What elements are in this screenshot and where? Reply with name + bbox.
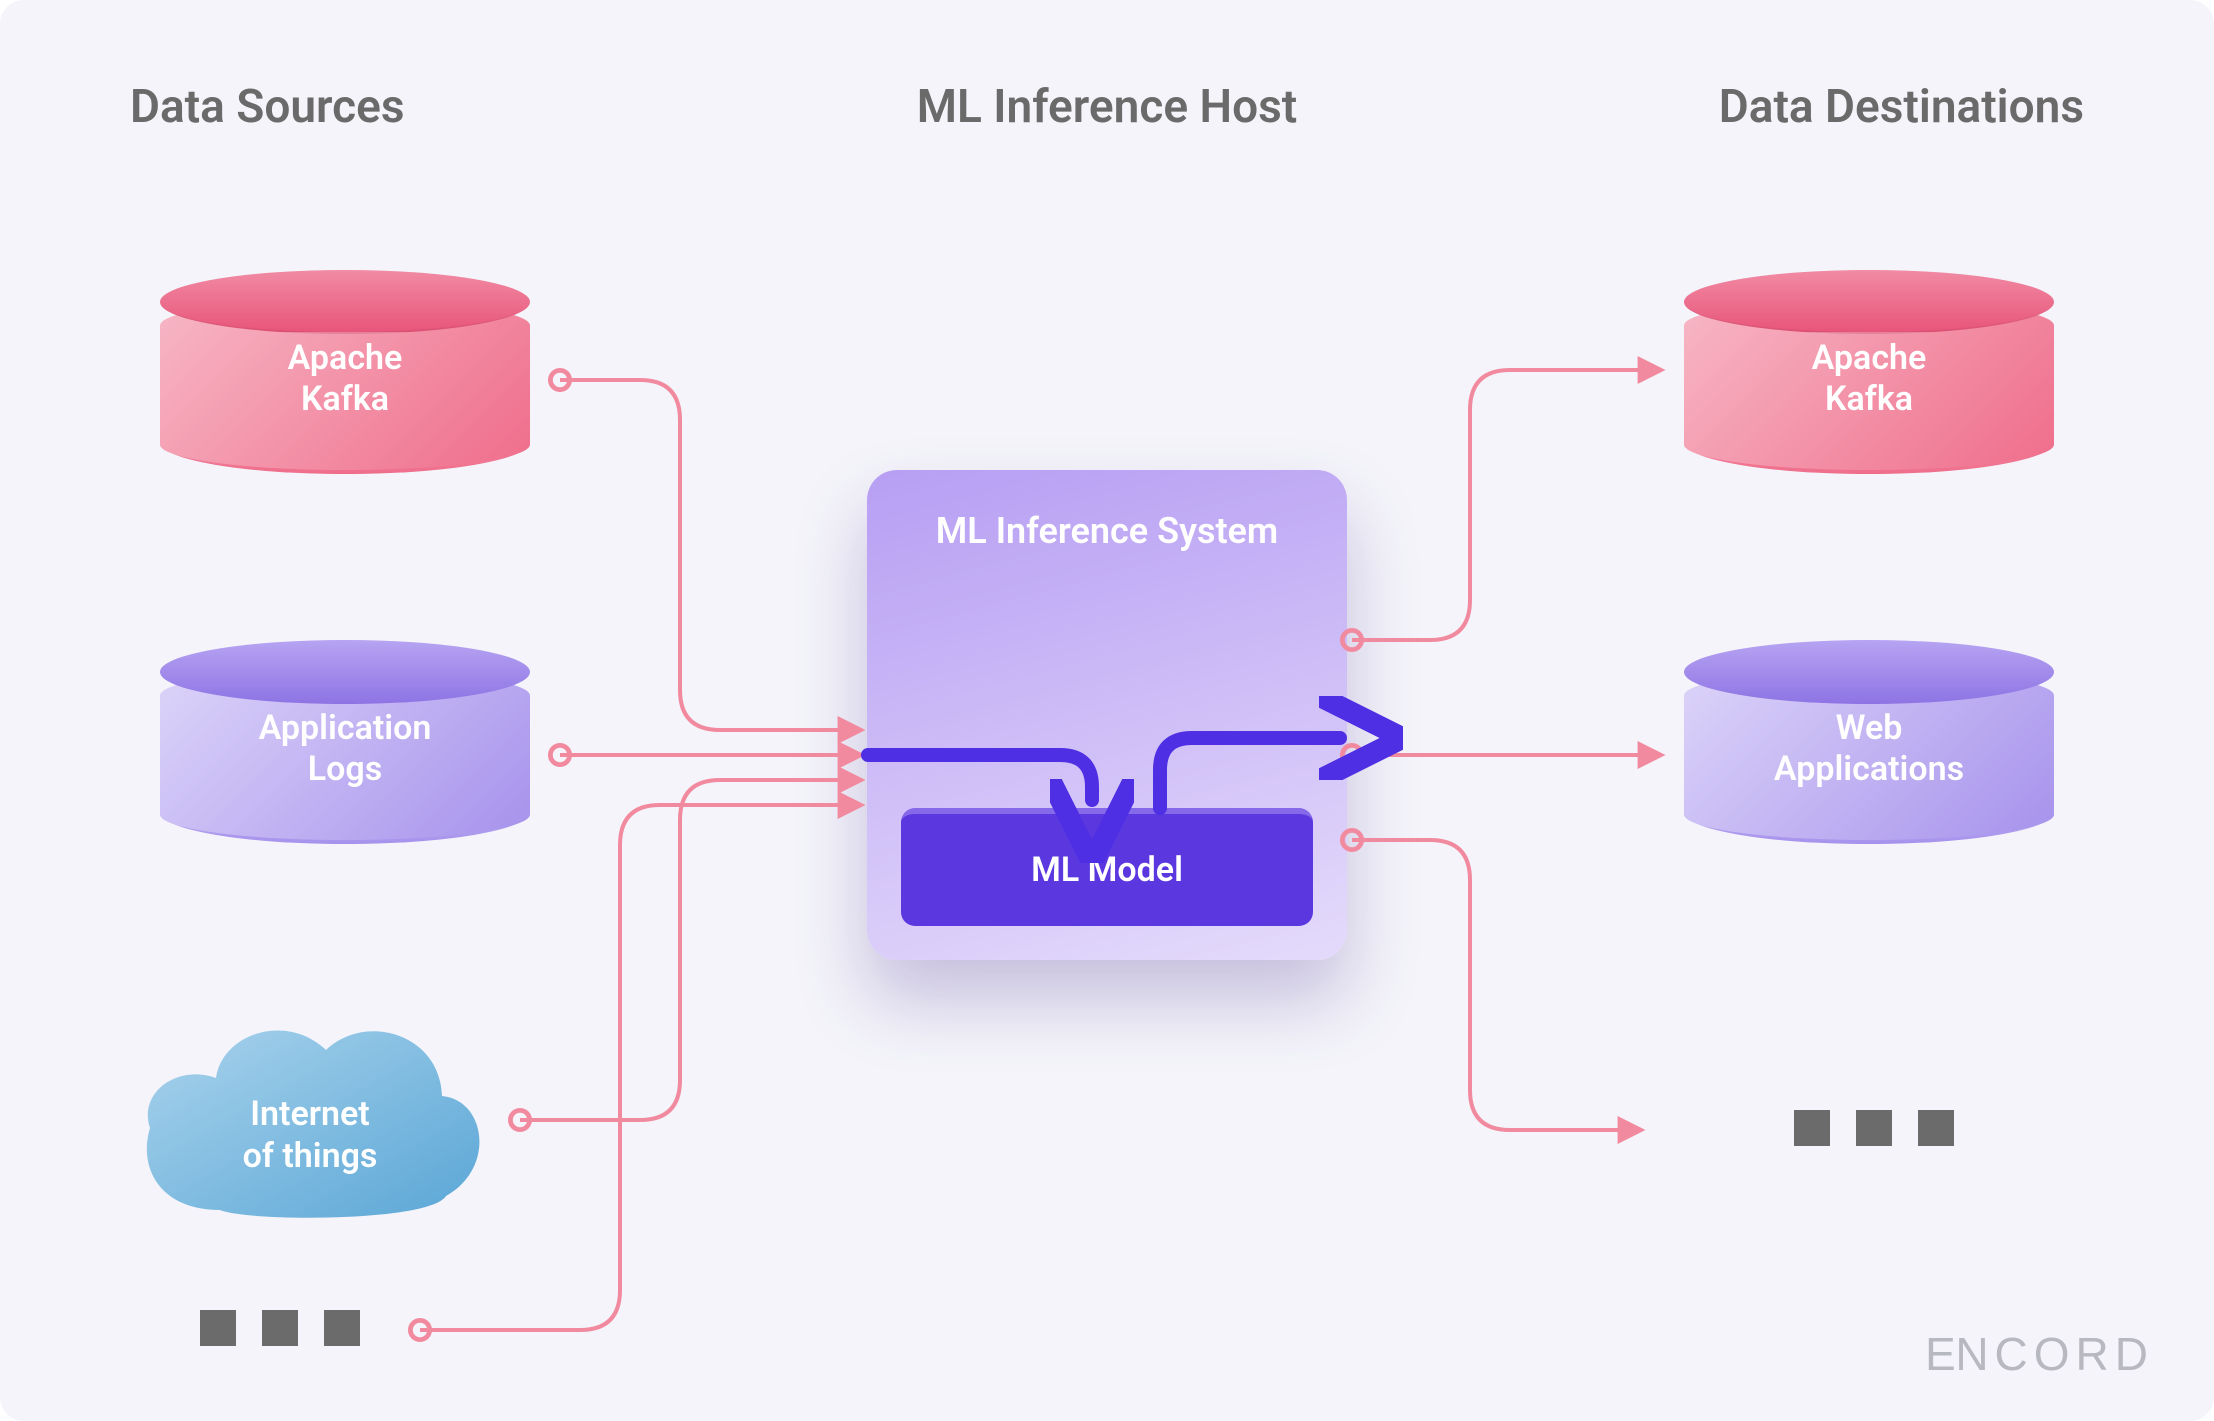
sources-ellipsis-icon: [200, 1310, 360, 1346]
heading-data-sources: Data Sources: [130, 80, 405, 134]
brand-logo-glyph: Ǝ: [1919, 1327, 1956, 1381]
diagram-canvas: Data Sources ML Inference Host Data Dest…: [0, 0, 2214, 1421]
wire-src-iot: [520, 780, 860, 1120]
brand-logo-text: NCORD: [1955, 1328, 2154, 1380]
source-logs-label: Application Logs: [160, 640, 530, 840]
dest-webapps-label: Web Applications: [1684, 640, 2054, 840]
dest-kafka-label: Apache Kafka: [1684, 270, 2054, 470]
source-iot-label: Internet of things: [130, 1000, 490, 1230]
ml-model-box: ML Model: [901, 808, 1313, 926]
source-kafka-cylinder: Apache Kafka: [160, 270, 530, 470]
ml-system-title: ML Inference System: [901, 510, 1313, 552]
source-iot-cloud: Internet of things: [130, 1000, 490, 1230]
wire-dst-more: [1352, 840, 1640, 1130]
source-logs-cylinder: Application Logs: [160, 640, 530, 840]
ml-model-label: ML Model: [1031, 850, 1183, 890]
dest-kafka-cylinder: Apache Kafka: [1684, 270, 2054, 470]
source-kafka-label: Apache Kafka: [160, 270, 530, 470]
heading-ml-inference-host: ML Inference Host: [917, 80, 1298, 134]
brand-logo: ƎNCORD: [1919, 1327, 2154, 1381]
destinations-ellipsis-icon: [1794, 1110, 1954, 1146]
wire-dst-kafka: [1352, 370, 1660, 640]
heading-data-destinations: Data Destinations: [1719, 80, 2084, 134]
wire-src-kafka: [560, 380, 860, 730]
ml-inference-system-card: ML Inference System ML Model: [867, 470, 1347, 960]
dest-webapps-cylinder: Web Applications: [1684, 640, 2054, 840]
